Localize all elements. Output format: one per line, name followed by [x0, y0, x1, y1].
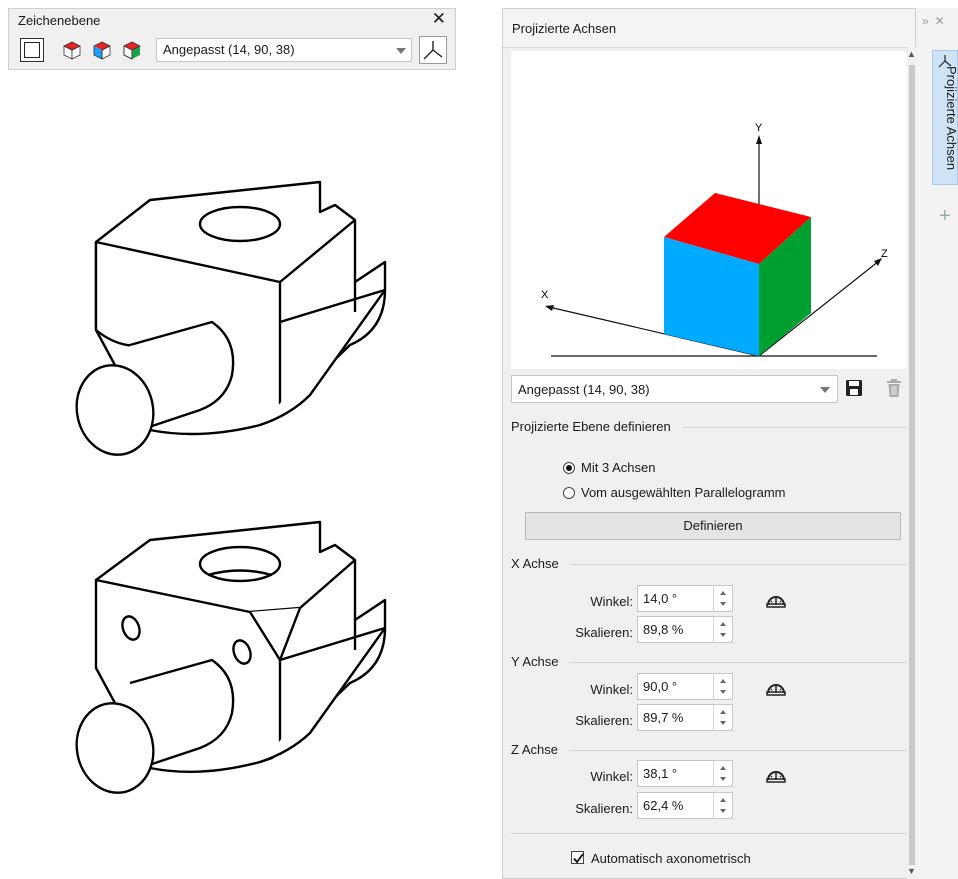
toolbar-title: Zeichenebene — [18, 13, 101, 28]
define-button[interactable]: Definieren — [525, 512, 901, 540]
panel-title: Projizierte Achsen — [512, 21, 617, 36]
checkmark-icon — [573, 853, 584, 864]
divider — [683, 427, 909, 428]
spinner-buttons[interactable] — [713, 674, 732, 699]
scrollbar-thumb[interactable] — [909, 65, 915, 865]
divider — [511, 833, 909, 834]
z-axis-heading: Z Achse — [511, 742, 558, 757]
projected-axes-button[interactable] — [419, 36, 447, 64]
x-axis-arrow — [545, 305, 554, 311]
x-scale-label: Skalieren: — [575, 625, 633, 640]
spinner-buttons[interactable] — [713, 761, 732, 786]
radio-3-axes[interactable]: Mit 3 Achsen — [563, 460, 655, 475]
cube-red-top-icon[interactable] — [62, 40, 82, 60]
y-axis-arrow — [756, 135, 762, 144]
z-angle-spinner[interactable]: 38,1 ° — [637, 760, 733, 787]
frame-icon[interactable] — [20, 38, 44, 62]
scroll-up-icon[interactable]: ▲ — [907, 49, 916, 59]
projected-axes-panel: Projizierte Achsen Y X Z Angepasst (14, … — [502, 8, 917, 879]
x-angle-spinner[interactable]: 14,0 ° — [637, 585, 733, 612]
cube-left-icon[interactable] — [92, 40, 112, 60]
x-scale-value: 89,8 % — [643, 622, 684, 637]
divider — [569, 662, 909, 663]
toolbar-close-button[interactable]: ✕ — [432, 9, 446, 29]
add-tab-button[interactable]: + — [939, 205, 951, 228]
spin-up-icon[interactable] — [720, 798, 726, 802]
radio-parallelogram-label: Vom ausgewählten Parallelogramm — [581, 485, 786, 500]
spin-up-icon[interactable] — [720, 591, 726, 595]
x-angle-value: 14,0 ° — [643, 591, 678, 606]
preset-dropdown-value: Angepasst (14, 90, 38) — [518, 382, 650, 397]
y-angle-label: Winkel: — [590, 682, 633, 697]
spinner-buttons[interactable] — [713, 586, 732, 611]
drawing-plane-toolbar: Zeichenebene ✕ Angepasst (14, 90, 38) — [8, 8, 456, 70]
spin-up-icon[interactable] — [720, 710, 726, 714]
isometric-part-top — [75, 180, 387, 456]
preset-select-value: Angepasst (14, 90, 38) — [163, 42, 295, 57]
spin-down-icon[interactable] — [720, 633, 726, 637]
axis-y-label: Y — [755, 122, 763, 134]
chevron-down-icon — [820, 387, 830, 393]
spin-down-icon[interactable] — [720, 602, 726, 606]
chevron-down-icon — [396, 48, 406, 54]
y-scale-spinner[interactable]: 89,7 % — [637, 704, 733, 731]
technical-drawing-canvas — [75, 180, 387, 794]
delete-icon[interactable] — [885, 378, 903, 398]
radio-parallelogram[interactable]: Vom ausgewählten Parallelogramm — [563, 485, 786, 500]
preset-select[interactable]: Angepasst (14, 90, 38) — [156, 38, 412, 62]
save-icon[interactable] — [845, 379, 863, 397]
radio-parallelogram-button[interactable] — [563, 486, 575, 499]
spinner-buttons[interactable] — [713, 705, 732, 730]
y-scale-label: Skalieren: — [575, 713, 633, 728]
projected-axes-icon — [423, 41, 443, 60]
divider — [569, 564, 909, 565]
axis-x-label: X — [541, 289, 549, 301]
protractor-icon[interactable] — [766, 590, 786, 608]
z-scale-label: Skalieren: — [575, 801, 633, 816]
tab-projected-axes-label: Projizierte Achsen — [944, 66, 958, 171]
protractor-icon[interactable] — [766, 765, 786, 783]
scroll-down-icon[interactable]: ▼ — [907, 866, 916, 876]
protractor-icon[interactable] — [766, 678, 786, 696]
x-scale-spinner[interactable]: 89,8 % — [637, 616, 733, 643]
spin-up-icon[interactable] — [720, 766, 726, 770]
z-scale-value: 62,4 % — [643, 798, 684, 813]
isometric-part-bottom — [75, 520, 387, 794]
spinner-buttons[interactable] — [713, 793, 732, 818]
auto-axonometric-checkbox[interactable] — [571, 851, 584, 864]
panel-header: Projizierte Achsen — [503, 9, 915, 48]
spin-down-icon[interactable] — [720, 809, 726, 813]
preset-dropdown[interactable]: Angepasst (14, 90, 38) — [511, 375, 838, 403]
y-angle-value: 90,0 ° — [643, 679, 678, 694]
divider — [569, 750, 909, 751]
axis-z-label: Z — [881, 248, 888, 260]
docker-window-controls[interactable]: »✕ — [922, 14, 951, 28]
y-angle-spinner[interactable]: 90,0 ° — [637, 673, 733, 700]
cube-right-icon[interactable] — [122, 40, 142, 60]
spin-up-icon[interactable] — [720, 622, 726, 626]
x-angle-label: Winkel: — [590, 594, 633, 609]
spin-down-icon[interactable] — [720, 721, 726, 725]
spin-down-icon[interactable] — [720, 777, 726, 781]
z-angle-value: 38,1 ° — [643, 766, 678, 781]
spin-up-icon[interactable] — [720, 679, 726, 683]
define-section-heading: Projizierte Ebene definieren — [511, 419, 671, 434]
radio-3-axes-label: Mit 3 Achsen — [581, 460, 656, 475]
radio-3-axes-button[interactable] — [563, 461, 575, 474]
y-scale-value: 89,7 % — [643, 710, 684, 725]
auto-axonometric-label: Automatisch axonometrisch — [591, 851, 751, 866]
y-axis-heading: Y Achse — [511, 654, 559, 669]
x-axis-heading: X Achse — [511, 556, 559, 571]
spin-down-icon[interactable] — [720, 690, 726, 694]
axes-preview: Y X Z — [511, 51, 909, 369]
z-scale-spinner[interactable]: 62,4 % — [637, 792, 733, 819]
z-angle-label: Winkel: — [590, 769, 633, 784]
spinner-buttons[interactable] — [713, 617, 732, 642]
